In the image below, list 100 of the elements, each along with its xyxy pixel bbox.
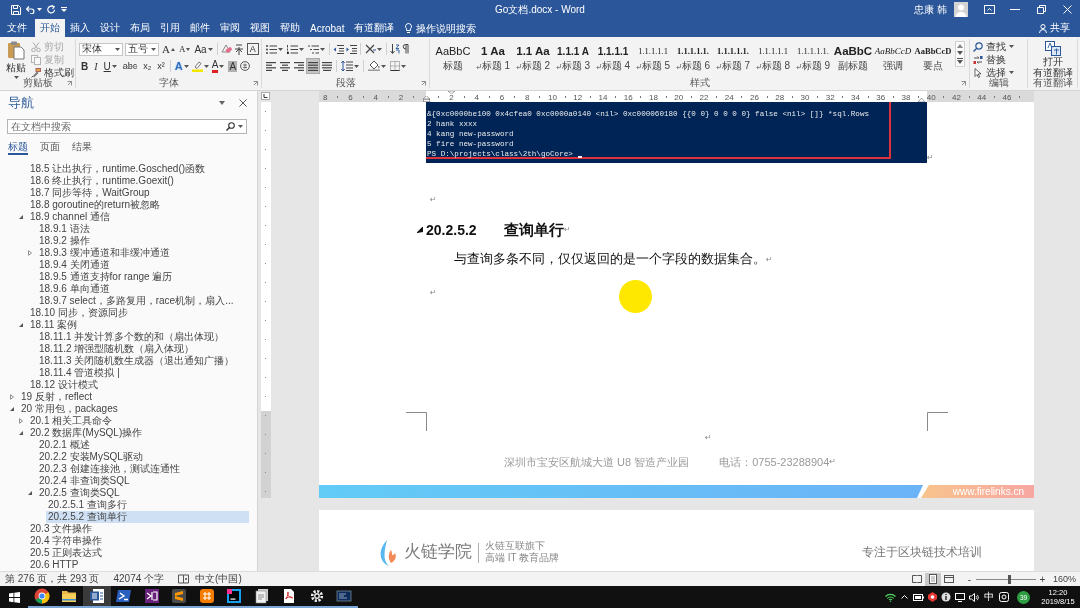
nav-heading-item[interactable]: 18.9 channel 通信 — [28, 211, 249, 223]
rounded-square-icon[interactable] — [999, 592, 1009, 602]
restore-icon[interactable] — [1036, 5, 1046, 14]
nav-heading-item[interactable]: 18.9.2 操作 — [37, 235, 249, 247]
enclosed-character-icon[interactable] — [240, 61, 251, 71]
customize-icon[interactable] — [61, 7, 67, 12]
lightbulb-icon[interactable] — [405, 22, 413, 34]
caret-icon[interactable] — [1009, 71, 1014, 74]
nav-heading-item[interactable]: 18.9.3 缓冲通道和非缓冲通道 — [37, 247, 249, 259]
nav-heading-item[interactable]: 20.2.1 概述 — [37, 439, 249, 451]
caret-icon[interactable] — [238, 125, 243, 128]
language-indicator[interactable]: 中文(中国) — [195, 572, 242, 586]
info-circle-icon[interactable] — [941, 592, 951, 602]
nav-heading-item[interactable]: 20.5 正则表达式 — [28, 547, 249, 559]
character-border-button[interactable]: A — [245, 42, 260, 56]
dialog-launcher-icon[interactable] — [253, 81, 258, 86]
shrink-font-button[interactable]: A — [177, 42, 192, 56]
expanded-triangle-icon[interactable] — [19, 323, 23, 327]
nav-heading-item[interactable]: 18.7 同步等待，WaitGroup — [28, 187, 249, 199]
nav-heading-item[interactable]: 18.9.6 单向通道 — [37, 283, 249, 295]
ribbon-tab[interactable]: 设计 — [95, 19, 125, 37]
format-painter-button[interactable]: 格式刷 — [29, 66, 76, 79]
select-button[interactable]: 选择 — [973, 66, 1014, 79]
pane-tab[interactable]: 标题 — [8, 140, 28, 155]
nav-heading-item[interactable]: 20.4 字符串操作 — [28, 535, 249, 547]
nav-heading-item[interactable]: 18.9.1 语法 — [37, 223, 249, 235]
taskbar-button[interactable] — [275, 586, 303, 608]
style-item[interactable]: 1 Aa 标题 1 — [473, 42, 513, 74]
distribute-button[interactable] — [321, 59, 333, 73]
taskbar-button[interactable] — [138, 586, 166, 608]
caret-icon[interactable] — [320, 47, 325, 51]
character-shading-button[interactable]: A — [227, 59, 239, 73]
nav-heading-item[interactable]: 18.11 案例 — [28, 319, 249, 331]
paint-bucket-icon[interactable] — [368, 61, 380, 71]
close-icon[interactable] — [239, 99, 247, 107]
asian-layout-icon[interactable] — [365, 44, 376, 54]
nav-heading-item[interactable]: 18.6 终止执行，runtime.Goexit() — [28, 175, 249, 187]
find-button[interactable]: 查找 — [973, 40, 1014, 53]
caret-icon[interactable] — [381, 64, 386, 68]
style-item[interactable]: 1.1.1.1.1 标题 5 — [633, 42, 673, 74]
pane-options-caret-icon[interactable] — [219, 101, 225, 105]
translate-button[interactable]: 打开 有道翻译 — [1032, 39, 1073, 78]
start-icon[interactable] — [8, 591, 20, 603]
nav-heading-item[interactable]: 18.8 goroutine的return被忽略 — [28, 199, 249, 211]
battery-icon[interactable] — [912, 593, 924, 601]
page-count[interactable]: 第 276 页，共 293 页 — [5, 572, 100, 586]
ribbon-tab[interactable]: Acrobat — [305, 19, 350, 37]
search-icon[interactable] — [226, 122, 235, 131]
increase-indent-icon[interactable] — [346, 44, 357, 54]
caret-icon[interactable] — [13, 76, 19, 79]
sort-icon[interactable] — [390, 44, 400, 54]
tab-stop-selector-icon[interactable] — [261, 92, 270, 100]
caret-icon[interactable] — [401, 64, 406, 68]
nav-heading-item[interactable]: 20.2.4 非查询类SQL — [37, 475, 249, 487]
taskbar-button[interactable] — [193, 586, 221, 608]
text-effects-button[interactable]: A — [173, 59, 190, 73]
nav-heading-item[interactable]: 20.2.5.2 查询单行 — [46, 511, 249, 523]
nav-heading-item[interactable]: 20.2 数据库(MySQL)操作 — [28, 427, 249, 439]
ribbon-tab[interactable]: 文件 — [2, 19, 32, 37]
print-layout-button[interactable] — [924, 572, 941, 586]
nav-heading-item[interactable]: 20.2.3 创建连接池，测试连通性 — [37, 463, 249, 475]
collapsed-triangle-icon[interactable] — [28, 250, 32, 256]
font-size-field[interactable]: 五号 — [125, 42, 159, 56]
zoom-level[interactable]: 160% — [1052, 574, 1076, 584]
line-spacing-icon[interactable] — [341, 61, 353, 71]
dialog-launcher-icon[interactable] — [421, 81, 426, 86]
style-item[interactable]: 1.1.1.1.1. 标题 6 — [673, 42, 713, 74]
align-right-button[interactable] — [293, 59, 305, 73]
pane-tab[interactable]: 结果 — [72, 140, 92, 155]
ribbon-display-icon[interactable] — [983, 5, 995, 14]
expanded-triangle-icon[interactable] — [28, 491, 32, 495]
save-icon[interactable] — [11, 4, 21, 15]
more-styles-icon[interactable] — [957, 58, 963, 64]
zoom-in-button[interactable]: + — [1037, 573, 1047, 585]
tell-me-field[interactable]: 操作说明搜索 — [416, 19, 481, 37]
caret-icon[interactable] — [1009, 45, 1014, 48]
collapse-arrow-icon[interactable] — [417, 227, 423, 233]
nav-heading-item[interactable]: 18.11.4 管道模拟 | — [37, 367, 249, 379]
scroll-down-icon[interactable] — [957, 51, 963, 55]
nav-heading-item[interactable]: 18.9.7 select，多路复用，race机制，扇入... — [37, 295, 249, 307]
chevron-up-icon[interactable] — [900, 595, 908, 599]
taskbar-button[interactable] — [248, 586, 276, 608]
expanded-triangle-icon[interactable] — [10, 407, 14, 411]
bold-button[interactable]: B — [79, 59, 91, 73]
ribbon-tab[interactable]: 邮件 — [185, 19, 215, 37]
multilevel-list-icon[interactable] — [308, 44, 319, 54]
caret-icon[interactable] — [115, 47, 120, 51]
hanging-indent-icon[interactable] — [423, 96, 430, 102]
style-item[interactable]: 1.1.1.1.1. 标题 7 — [713, 42, 753, 74]
caret-icon[interactable] — [207, 47, 213, 51]
expanded-triangle-icon[interactable] — [19, 215, 23, 219]
zoom-out-button[interactable]: - — [964, 573, 974, 585]
align-left-button[interactable] — [265, 59, 277, 73]
subscript-button[interactable]: x₂ — [141, 59, 154, 73]
style-item[interactable]: AaBbC 标题 — [433, 42, 473, 74]
expanded-triangle-icon[interactable] — [19, 431, 23, 435]
ribbon-tab[interactable]: 开始 — [35, 19, 65, 37]
justify-button[interactable] — [307, 59, 319, 73]
decrease-indent-icon[interactable] — [333, 44, 344, 54]
style-item[interactable]: 1.1.1.1 标题 4 — [593, 42, 633, 74]
